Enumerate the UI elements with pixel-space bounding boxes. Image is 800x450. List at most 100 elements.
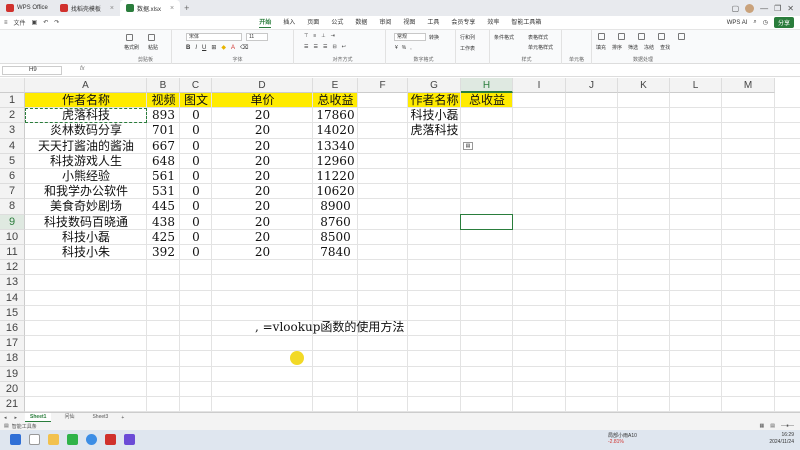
table-cell[interactable]: 0 <box>180 154 212 169</box>
search-icon[interactable] <box>29 434 40 445</box>
fill-color-icon[interactable]: ◆ <box>221 44 226 51</box>
align-top-icon[interactable]: ⊤ <box>304 33 308 39</box>
first-sheet-icon[interactable]: ◂ <box>4 415 7 421</box>
table-cell[interactable]: 667 <box>147 139 180 154</box>
table-cell[interactable]: 11220 <box>313 169 358 184</box>
view-page-icon[interactable]: ▤ <box>770 423 775 429</box>
column-header-g[interactable]: G <box>408 78 461 93</box>
add-sheet-icon[interactable]: + <box>121 415 124 421</box>
tab-tools[interactable]: 工具 <box>427 17 439 28</box>
row-header-21[interactable]: 21 <box>0 397 25 413</box>
tab-view[interactable]: 视图 <box>403 17 415 28</box>
table-cell[interactable]: 科技小朱 <box>25 245 147 260</box>
table-cell[interactable]: 20 <box>212 123 313 138</box>
minimize-icon[interactable]: — <box>760 4 768 13</box>
close-icon[interactable]: × <box>170 5 174 12</box>
wps-icon[interactable] <box>105 434 116 445</box>
row-header-1[interactable]: 1 <box>0 93 25 109</box>
row-header-19[interactable]: 19 <box>0 366 25 382</box>
table-cell[interactable]: 科技小磊 <box>25 230 147 245</box>
rows-cols-button[interactable]: 行和列 <box>460 34 475 41</box>
row-header-10[interactable]: 10 <box>0 229 25 245</box>
row-header-13[interactable]: 13 <box>0 275 25 291</box>
sheet-tab-2[interactable]: 问仙 <box>59 413 79 422</box>
table-cell[interactable]: 0 <box>180 184 212 199</box>
table-cell[interactable]: 小熊经验 <box>25 169 147 184</box>
search-icon[interactable] <box>678 33 685 40</box>
row-header-7[interactable]: 7 <box>0 184 25 200</box>
maximize-icon[interactable]: ❐ <box>774 4 781 13</box>
row-header-20[interactable]: 20 <box>0 381 25 397</box>
file-menu[interactable]: 文件 <box>14 18 26 27</box>
cell-style-button[interactable]: 单元格样式 <box>528 44 553 51</box>
name-box[interactable]: H9 <box>2 66 62 75</box>
row-header-6[interactable]: 6 <box>0 169 25 185</box>
fx-icon[interactable]: fx <box>80 66 85 72</box>
column-header-f[interactable]: F <box>358 78 408 93</box>
table-cell[interactable]: 648 <box>147 154 180 169</box>
row-header-17[interactable]: 17 <box>0 336 25 352</box>
table-cell[interactable]: 20 <box>212 215 313 230</box>
weather-widget[interactable]: 局部小雨A10 -2.81% <box>608 433 637 445</box>
align-bottom-icon[interactable]: ⊥ <box>321 33 325 39</box>
align-left-icon[interactable]: ☰ <box>304 44 308 50</box>
table-cell[interactable]: 20 <box>212 108 313 123</box>
tab-workbook[interactable]: 数据.xlsx × <box>120 0 181 16</box>
column-header-h[interactable]: H <box>461 78 513 93</box>
lookup-header-cell[interactable]: 作者名称 <box>408 93 461 108</box>
tab-efficiency[interactable]: 效率 <box>487 17 499 28</box>
align-right-icon[interactable]: ☰ <box>323 44 327 50</box>
table-header-cell[interactable]: 图文 <box>180 93 212 108</box>
table-cell[interactable]: 美食奇妙剧场 <box>25 199 147 214</box>
system-tray[interactable]: 16:29 2024/11/24 <box>769 432 794 446</box>
table-cell[interactable]: 701 <box>147 123 180 138</box>
redo-icon[interactable]: ↷ <box>54 19 59 26</box>
new-tab-icon[interactable]: + <box>184 3 189 13</box>
table-style-button[interactable]: 表格样式 <box>528 34 548 41</box>
table-cell[interactable]: 天天打酱油的酱油 <box>25 139 147 154</box>
table-cell[interactable]: 392 <box>147 245 180 260</box>
zoom-slider[interactable]: —●— <box>781 423 794 429</box>
table-cell[interactable]: 13340 <box>313 139 358 154</box>
column-header-b[interactable]: B <box>147 78 180 93</box>
row-header-11[interactable]: 11 <box>0 245 25 261</box>
tab-data[interactable]: 数据 <box>355 17 367 28</box>
table-cell[interactable]: 20 <box>212 199 313 214</box>
column-header-i[interactable]: I <box>513 78 566 93</box>
table-cell[interactable]: 561 <box>147 169 180 184</box>
sheet-tab-3[interactable]: Sheet3 <box>87 413 113 422</box>
table-cell[interactable]: 20 <box>212 245 313 260</box>
browser-icon[interactable] <box>86 434 97 445</box>
format-painter-button[interactable] <box>126 34 133 41</box>
save-icon[interactable]: ▣ <box>32 19 38 26</box>
worksheet-button[interactable]: 工作表 <box>460 45 475 52</box>
table-cell[interactable]: 17860 <box>313 108 358 123</box>
tab-wps-office[interactable]: WPS Office <box>0 0 54 16</box>
table-header-cell[interactable]: 视频 <box>147 93 180 108</box>
filter-icon[interactable] <box>658 33 665 40</box>
comma-icon[interactable]: , <box>410 45 411 51</box>
table-cell[interactable]: 0 <box>180 230 212 245</box>
column-header-a[interactable]: A <box>25 78 147 93</box>
column-header-l[interactable]: L <box>670 78 722 93</box>
tab-page[interactable]: 页面 <box>307 17 319 28</box>
tab-formula[interactable]: 公式 <box>331 17 343 28</box>
share-button[interactable]: 分享 <box>773 17 794 28</box>
files-icon[interactable] <box>48 434 59 445</box>
row-header-16[interactable]: 16 <box>0 321 25 337</box>
table-cell[interactable]: 科技数码百晓通 <box>25 215 147 230</box>
currency-icon[interactable]: ¥ <box>395 45 398 51</box>
tab-member[interactable]: 会员专享 <box>451 17 475 28</box>
view-normal-icon[interactable]: ▦ <box>760 423 765 429</box>
column-header-c[interactable]: C <box>180 78 212 93</box>
conditional-format-button[interactable]: 条件格式 <box>494 34 514 41</box>
sheet-tab-1[interactable]: Sheet1 <box>25 413 52 422</box>
table-cell[interactable]: 8760 <box>313 215 358 230</box>
paste-options-icon[interactable]: ▤ <box>463 141 473 150</box>
underline-button[interactable]: U <box>202 45 206 51</box>
table-cell[interactable]: 和我学办公软件 <box>25 184 147 199</box>
table-cell[interactable]: 8500 <box>313 230 358 245</box>
close-window-icon[interactable]: ✕ <box>787 4 794 13</box>
font-size-select[interactable]: 11 <box>246 33 268 41</box>
sort-icon[interactable] <box>638 33 645 40</box>
